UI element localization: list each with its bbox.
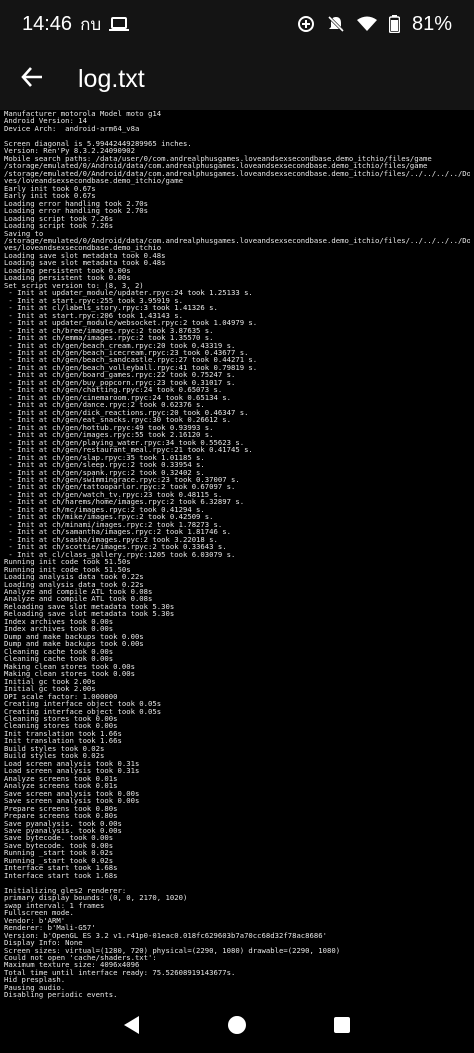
arrow-left-icon: [21, 66, 43, 92]
mute-icon: [327, 15, 345, 33]
log-line: Fullscreen mode.: [4, 908, 74, 918]
triangle-back-icon: [122, 1015, 142, 1039]
square-recents-icon: [333, 1016, 351, 1038]
data-saver-icon: [297, 15, 315, 33]
status-bar: 14:46 กบ 81%: [0, 0, 474, 48]
page-title: log.txt: [78, 64, 145, 93]
circle-home-icon: [227, 1015, 247, 1039]
battery-level: 81%: [411, 12, 452, 35]
navigation-bar: [0, 1000, 474, 1053]
carrier-label: กบ: [80, 14, 102, 34]
log-content[interactable]: Manufacturer motorola Model moto g14 Andr…: [4, 110, 470, 1000]
battery-icon: [388, 15, 400, 33]
app-bar: log.txt: [0, 48, 474, 110]
status-right: 81%: [297, 13, 452, 36]
log-line: Hid presplash.: [4, 975, 66, 985]
log-line: swap interval: 1 frames: [4, 900, 105, 910]
back-button[interactable]: [0, 48, 64, 110]
nav-home-button[interactable]: [217, 1007, 257, 1047]
log-line: Loading script took 7.26s: [4, 221, 114, 231]
log-line: Disabling periodic events.: [4, 990, 118, 1000]
log-line: Device Arch: android-arm64_v8a: [4, 123, 140, 133]
laptop-icon: [109, 16, 130, 32]
log-line: Total time until interface ready: 75.526…: [4, 967, 236, 977]
wifi-icon: [356, 16, 377, 32]
status-left: 14:46 กบ: [22, 11, 130, 38]
status-time: 14:46: [22, 12, 73, 35]
log-line: Interface start took 1.68s: [4, 870, 118, 880]
nav-recents-button[interactable]: [322, 1007, 362, 1047]
nav-back-button[interactable]: [112, 1007, 152, 1047]
